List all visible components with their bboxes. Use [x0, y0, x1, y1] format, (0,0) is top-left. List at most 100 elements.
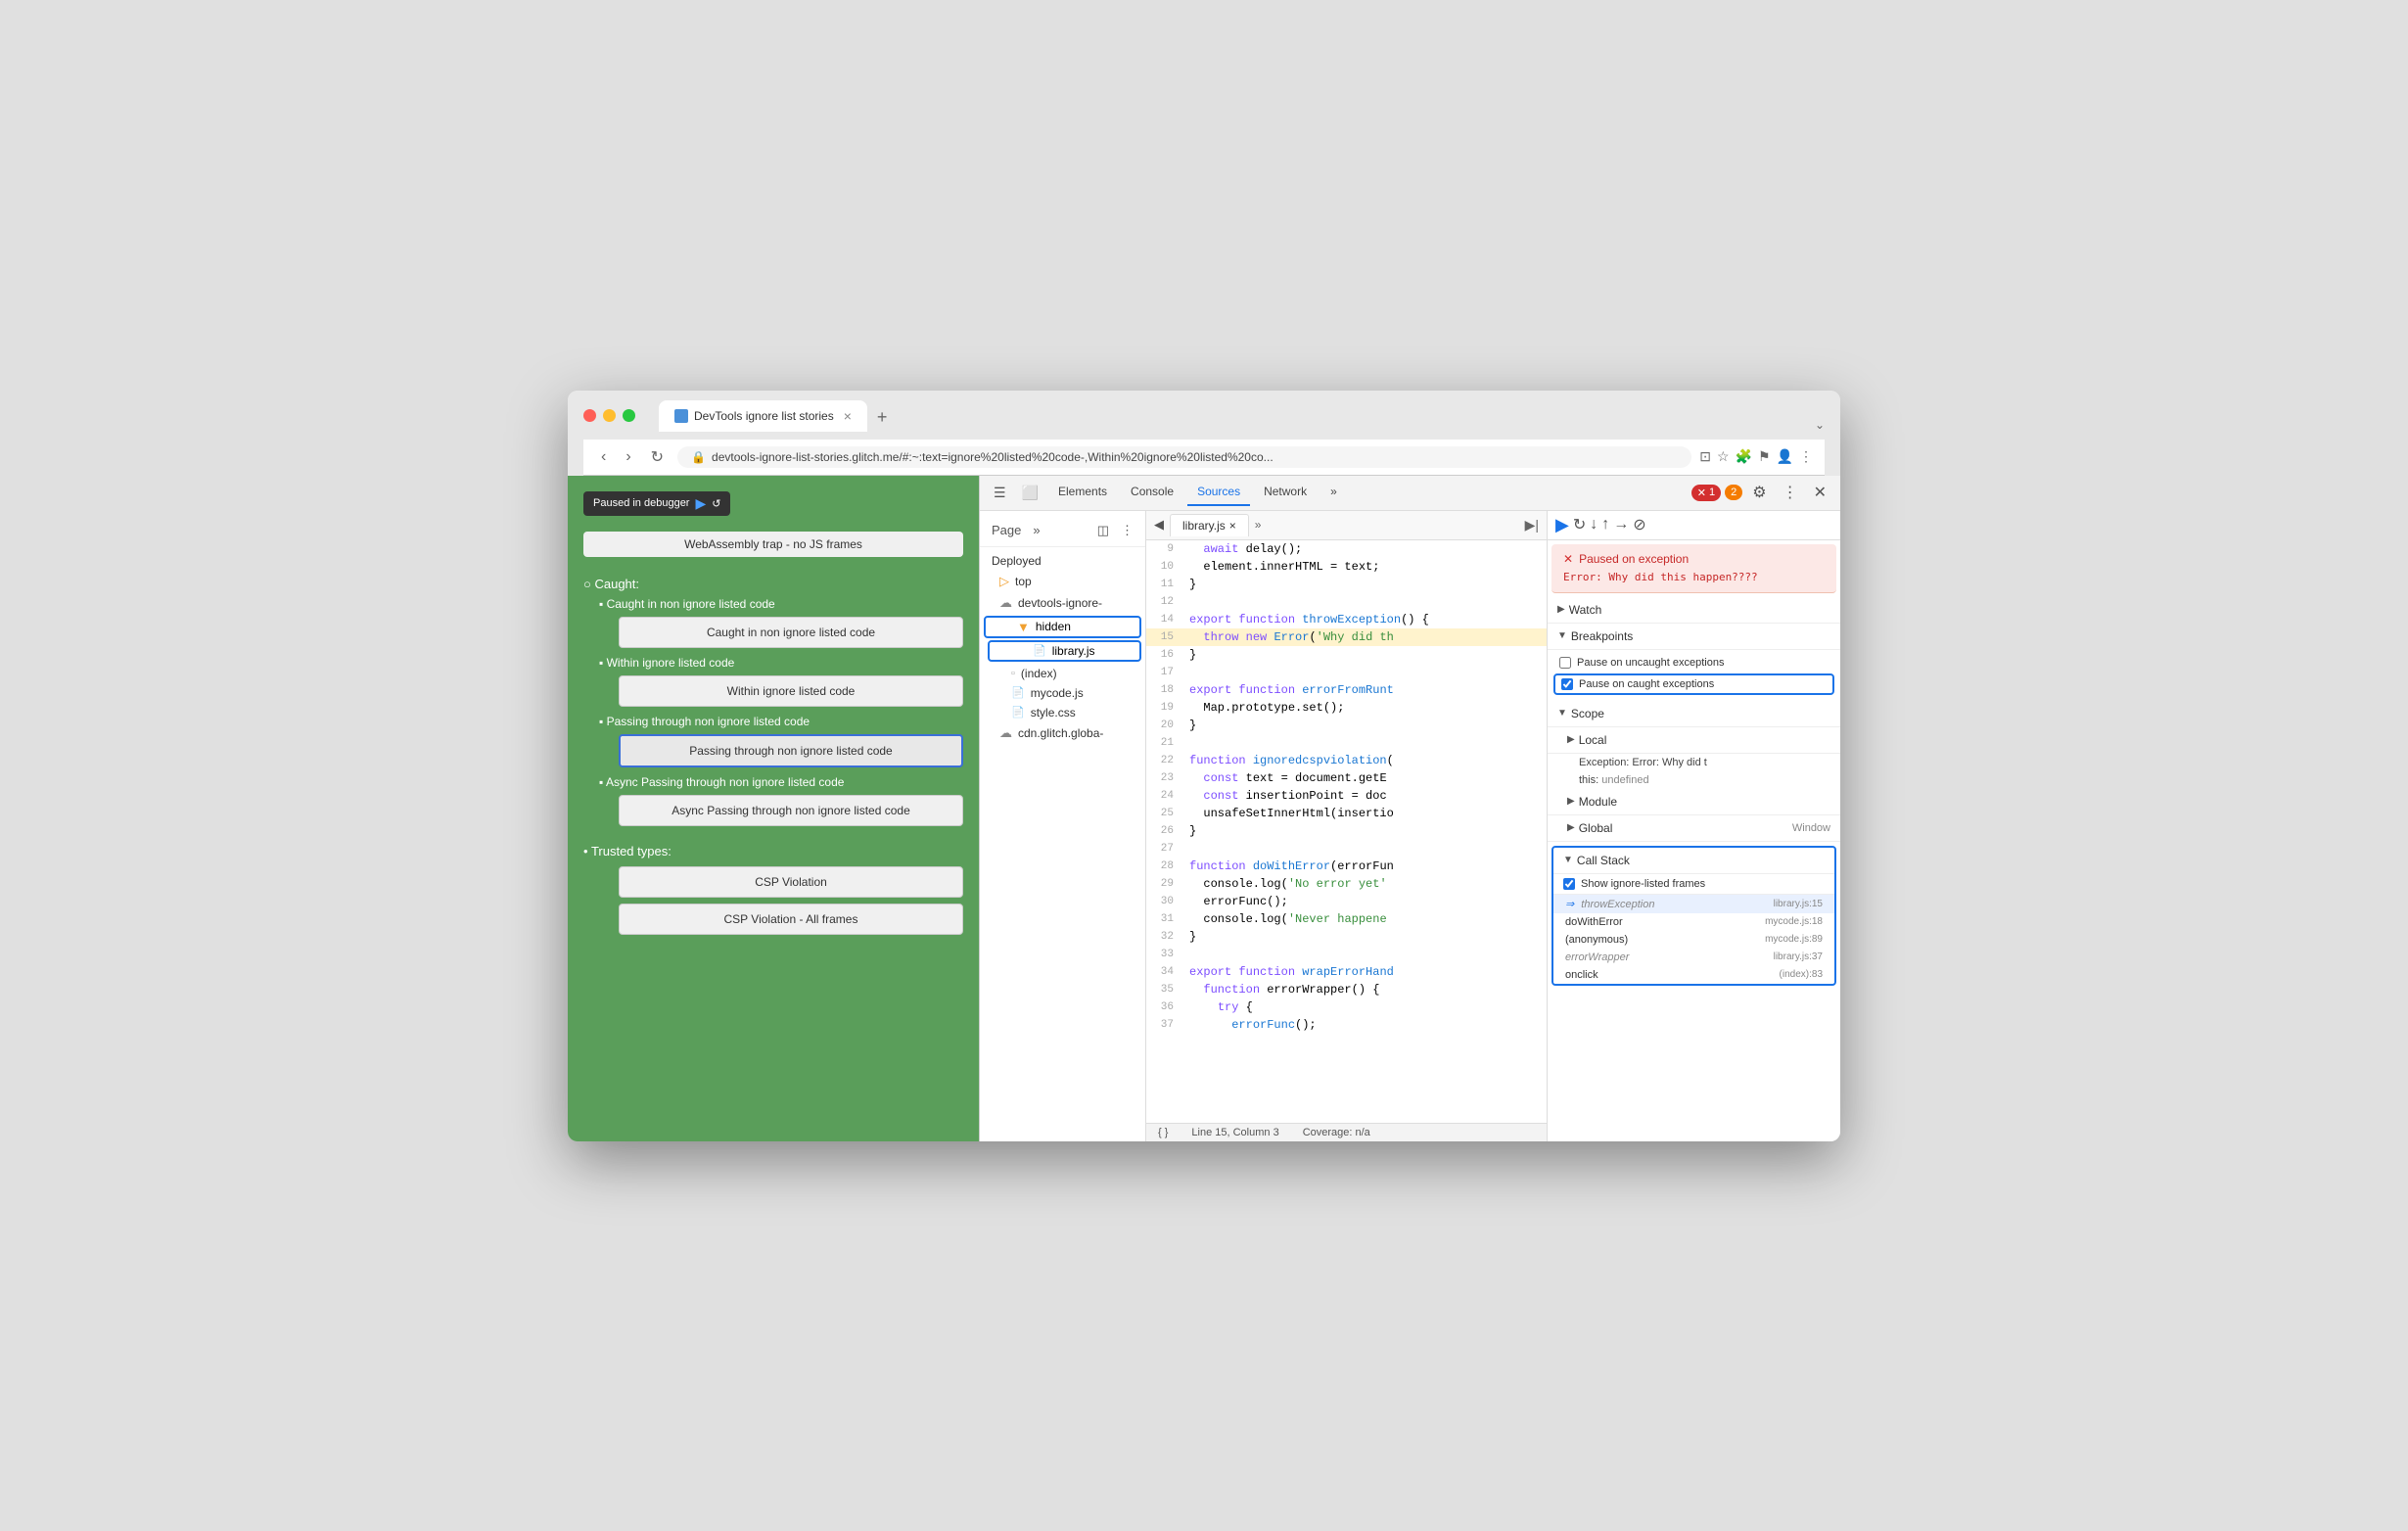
mycode-icon: 📄 [1011, 686, 1025, 699]
cast-icon[interactable]: ⊡ [1699, 448, 1711, 465]
code-line-17: 17 [1146, 664, 1547, 681]
tab-more[interactable]: » [1320, 479, 1347, 506]
address-bar[interactable]: 🔒 devtools-ignore-list-stories.glitch.me… [677, 446, 1691, 468]
show-ignore-checkbox[interactable] [1563, 878, 1575, 890]
exception-error-icon: ✕ [1563, 552, 1573, 566]
pause-uncaught-item: Pause on uncaught exceptions [1548, 654, 1840, 672]
star-icon[interactable]: ☆ [1717, 448, 1730, 465]
main-content: Paused in debugger ▶ ↺ WebAssembly trap … [568, 476, 1840, 1141]
file-item-index[interactable]: ▫ (index) [980, 664, 1145, 683]
close-button[interactable] [583, 409, 596, 422]
caught-button-1[interactable]: Within ignore listed code [619, 675, 963, 707]
csp-violation-button[interactable]: CSP Violation [619, 866, 963, 898]
code-line-26: 26 } [1146, 822, 1547, 840]
callstack-frame-2[interactable]: (anonymous) mycode.js:89 [1553, 931, 1834, 949]
file-item-style[interactable]: 📄 style.css [980, 703, 1145, 722]
callstack-frame-1[interactable]: doWithError mycode.js:18 [1553, 913, 1834, 931]
tab-close-button[interactable]: × [844, 408, 852, 424]
file-tree-toggle[interactable]: ◫ [1093, 521, 1113, 540]
callstack-frame-3[interactable]: errorWrapper library.js:37 [1553, 949, 1834, 966]
caught-section: Caught: Caught in non ignore listed code… [583, 571, 963, 826]
libraryjs-label: library.js [1052, 644, 1095, 658]
step-out-button[interactable]: ↑ [1601, 516, 1609, 534]
tab-console[interactable]: Console [1121, 479, 1183, 506]
menu-icon[interactable]: ⋮ [1799, 448, 1813, 465]
more-options-button[interactable]: ⋮ [1777, 479, 1804, 506]
item-label-3: Async Passing through non ignore listed … [599, 775, 963, 789]
step-over-button[interactable]: ↻ [1573, 515, 1586, 534]
flag-icon[interactable]: ⚑ [1758, 448, 1771, 465]
file-item-hidden-highlighted[interactable]: ▼ hidden [984, 616, 1141, 638]
module-section-header[interactable]: ▶ Module [1548, 789, 1840, 815]
code-line-31: 31 console.log('Never happene [1146, 910, 1547, 928]
forward-button[interactable]: › [620, 446, 636, 468]
breakpoints-section-header[interactable]: ▼ Breakpoints [1548, 624, 1840, 650]
page-more[interactable]: » [1029, 521, 1043, 539]
pause-caught-label: Pause on caught exceptions [1579, 678, 1714, 690]
step-icon[interactable]: ↺ [712, 497, 720, 510]
profile-icon[interactable]: 👤 [1777, 448, 1793, 465]
back-button[interactable]: ‹ [595, 446, 612, 468]
devtools-ignore-label: devtools-ignore- [1018, 596, 1102, 610]
file-item-devtools-ignore[interactable]: ☁ devtools-ignore- [980, 592, 1145, 614]
callstack-frame-0[interactable]: ⇒ throwException library.js:15 [1553, 895, 1834, 913]
callstack-frame-4[interactable]: onclick (index):83 [1553, 966, 1834, 984]
watch-section-header[interactable]: ▶ Watch [1548, 597, 1840, 624]
tab-elements[interactable]: Elements [1048, 479, 1117, 506]
source-status-bar: { } Line 15, Column 3 Coverage: n/a [1146, 1123, 1547, 1141]
tab-network[interactable]: Network [1254, 479, 1317, 506]
deactivate-breakpoints[interactable]: ⊘ [1633, 515, 1645, 534]
source-tab-libraryjs[interactable]: library.js × [1170, 514, 1249, 536]
file-tree-options[interactable]: ⋮ [1117, 521, 1137, 540]
active-tab[interactable]: DevTools ignore list stories × [659, 400, 867, 432]
settings-button[interactable]: ⚙ [1746, 479, 1772, 506]
minimize-button[interactable] [603, 409, 616, 422]
source-nav-back[interactable]: ◀ [1150, 515, 1168, 534]
source-tab-close[interactable]: × [1229, 519, 1236, 533]
resume-icon[interactable]: ▶ [695, 495, 706, 512]
tab-sources[interactable]: Sources [1187, 479, 1250, 506]
frame-4-name: onclick [1565, 969, 1598, 981]
source-tabs-more[interactable]: » [1251, 516, 1266, 534]
tab-more-button[interactable]: ⌄ [1815, 418, 1825, 432]
module-chevron: ▶ [1567, 796, 1575, 807]
watch-chevron: ▶ [1557, 604, 1565, 615]
tab-label: DevTools ignore list stories [694, 409, 834, 423]
file-item-libraryjs-highlighted[interactable]: 📄 library.js [988, 640, 1141, 662]
devtools-menu-icon[interactable]: ☰ [988, 481, 1012, 505]
local-section-header[interactable]: ▶ Local [1548, 727, 1840, 754]
new-tab-button[interactable]: + [869, 403, 896, 432]
step-into-button[interactable]: ↓ [1590, 516, 1598, 534]
code-line-15: 15 throw new Error('Why did th [1146, 628, 1547, 646]
devtools-toggle-icon[interactable]: ⬜ [1016, 481, 1044, 505]
close-devtools-button[interactable]: ✕ [1808, 479, 1832, 506]
extensions-icon[interactable]: 🧩 [1736, 448, 1752, 465]
cdn-cloud-icon: ☁ [999, 725, 1012, 741]
error-count: 1 [1709, 487, 1715, 498]
caught-button-2[interactable]: Passing through non ignore listed code [619, 734, 963, 767]
maximize-button[interactable] [623, 409, 635, 422]
source-sidebar-toggle[interactable]: ▶| [1521, 515, 1543, 535]
caught-button-0[interactable]: Caught in non ignore listed code [619, 617, 963, 648]
reload-button[interactable]: ↻ [645, 445, 670, 469]
file-item-deployed[interactable]: Deployed [980, 551, 1145, 571]
file-item-top[interactable]: ▷ top [980, 571, 1145, 592]
callstack-section-header[interactable]: ▼ Call Stack [1553, 848, 1834, 874]
deployed-label: Deployed [992, 554, 1042, 568]
item-label-1: Within ignore listed code [599, 656, 963, 670]
file-item-cdn[interactable]: ☁ cdn.glitch.globa- [980, 722, 1145, 744]
pause-uncaught-checkbox[interactable] [1559, 657, 1571, 669]
exception-key: Exception: Error: Why did t [1559, 757, 1707, 768]
file-item-mycode[interactable]: 📄 mycode.js [980, 683, 1145, 703]
caught-button-3[interactable]: Async Passing through non ignore listed … [619, 795, 963, 826]
page-tab[interactable]: Page [988, 521, 1025, 539]
file-tree-toolbar: Page » ◫ ⋮ [980, 519, 1145, 547]
csp-violation-all-button[interactable]: CSP Violation - All frames [619, 904, 963, 935]
step-button[interactable]: → [1613, 516, 1629, 534]
code-area[interactable]: 9 await delay(); 10 element.innerHTML = … [1146, 540, 1547, 1123]
resume-execution-button[interactable]: ▶ [1555, 515, 1569, 535]
scope-section-header[interactable]: ▼ Scope [1548, 701, 1840, 727]
global-section-header[interactable]: ▶ Global Window [1548, 815, 1840, 842]
pause-caught-checkbox[interactable] [1561, 678, 1573, 690]
code-line-29: 29 console.log('No error yet' [1146, 875, 1547, 893]
